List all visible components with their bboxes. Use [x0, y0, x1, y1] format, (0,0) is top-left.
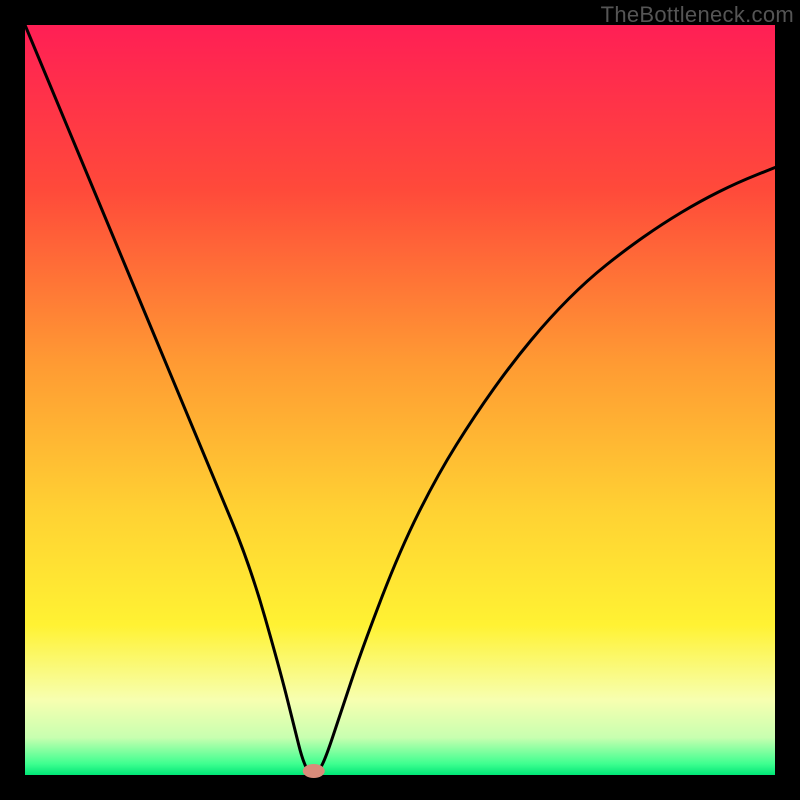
- plot-background: [25, 25, 775, 775]
- chart-svg: [0, 0, 800, 800]
- optimal-point: [303, 764, 325, 778]
- watermark: TheBottleneck.com: [601, 2, 794, 28]
- bottleneck-chart: [0, 0, 800, 800]
